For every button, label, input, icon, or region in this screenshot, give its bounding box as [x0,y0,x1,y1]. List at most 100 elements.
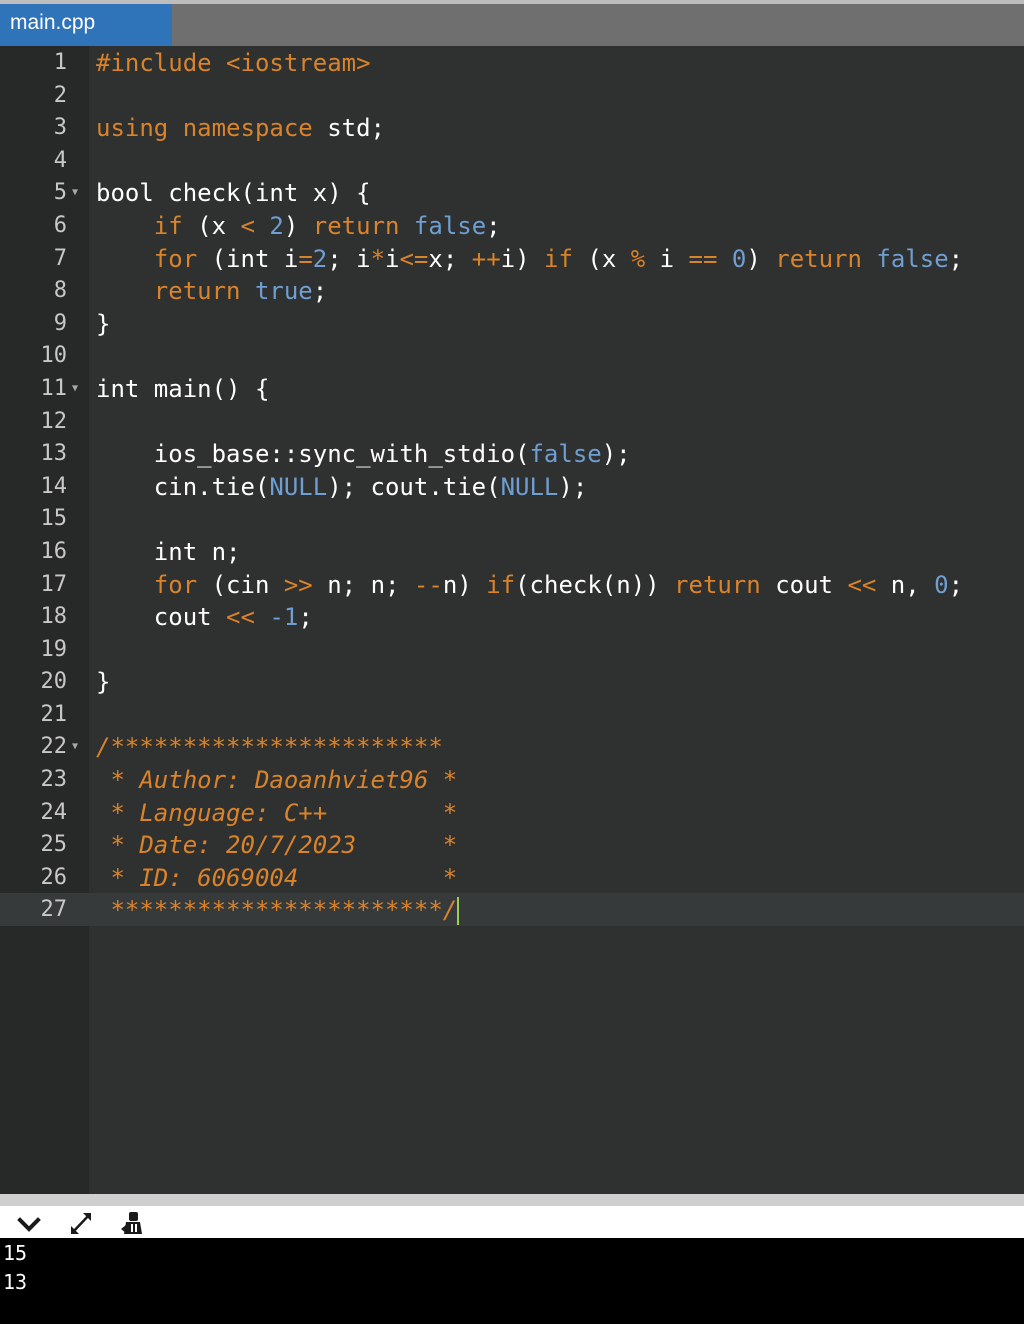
code-editor[interactable]: 1 #include <iostream> 2 3 using namespac… [0,46,1024,1194]
null-literal: NULL [500,472,559,501]
line-number: 8 [53,278,67,304]
code-line: 2 [0,79,1024,112]
console-line: 15 [3,1241,28,1265]
line-number: 17 [40,571,68,597]
line-number: 1 [53,50,67,75]
code-token: cout [760,570,848,599]
number-literal: 2 [312,244,328,273]
expand-arrows-icon[interactable] [66,1209,96,1237]
code-token: i) [500,244,545,273]
code-text: } [96,309,111,338]
comment-text: * Date: 20/7/2023 * [96,831,458,860]
code-line: 1 #include <iostream> [0,46,1024,79]
code-token: ; [298,603,313,632]
line-number: 18 [40,604,68,630]
chevron-down-icon[interactable] [14,1209,44,1237]
code-token: n, [876,570,935,599]
code-line: 20 } [0,665,1024,698]
line-number: 12 [40,408,68,434]
keyword: return [153,277,241,306]
console-output[interactable]: 15 13 [0,1238,1024,1324]
line-number: 23 [40,767,68,793]
tab-main-cpp[interactable]: main.cpp [0,4,172,46]
code-line-active: 27 ***********************/ [0,893,1024,927]
line-number: 6 [53,212,67,238]
bool-literal: false [876,244,949,273]
fold-arrow-icon[interactable]: ▼ [72,730,78,764]
code-token: ); cout.tie( [327,472,501,501]
fold-arrow-icon[interactable]: ▼ [72,372,78,406]
line-number: 16 [40,538,68,564]
clear-console-icon[interactable] [118,1209,148,1237]
code-line: 6 if (x < 2) return false; [0,209,1024,242]
code-token: std; [312,114,385,143]
code-token: ; [312,277,328,306]
keyword: if [486,570,516,599]
number-literal: 2 [269,211,284,240]
include-header: <iostream> [226,49,371,77]
line-number: 15 [40,506,68,532]
code-token: (x [572,244,631,273]
code-text: return true; [96,274,327,308]
code-text: for (int i=2; i*i<=x; ++i) if (x % i == … [96,242,963,276]
keyword: if [153,211,183,240]
bool-literal: true [254,277,313,306]
code-token: ; [948,570,964,599]
code-line: 18 cout << -1; [0,600,1024,633]
console-line: 13 [3,1270,28,1294]
line-number: 11 [40,375,68,401]
line-number: 4 [53,147,67,173]
comment-text: * Author: Daoanhviet96 * [96,766,458,795]
code-token: (x [182,211,241,240]
tab-bar: main.cpp [0,0,1024,46]
code-line: 7 for (int i=2; i*i<=x; ++i) if (x % i =… [0,242,1024,275]
code-token: (int i [197,244,299,273]
code-line: 14 cin.tie(NULL); cout.tie(NULL); [0,470,1024,503]
line-number: 2 [53,82,67,108]
code-token: cin.tie( [153,472,270,501]
line-number: 13 [40,441,68,467]
code-line: 25 * Date: 20/7/2023 * [0,828,1024,861]
line-number: 3 [53,115,67,141]
code-token: ); [558,472,588,501]
operator: = [298,244,313,273]
code-line: 9 } [0,307,1024,340]
code-token: ; [948,244,964,273]
comment-text: * Language: C++ * [96,798,458,827]
code-token: i [645,244,689,273]
code-token: ); [601,440,631,469]
code-line: 24 * Language: C++ * [0,796,1024,829]
keyword: return [312,211,400,240]
code-line: 17 for (cin >> n; n; --n) if(check(n)) r… [0,568,1024,601]
code-line: 5 ▼ bool check(int x) { [0,176,1024,209]
line-number: 21 [40,701,68,727]
keyword: return [775,244,862,273]
code-line: 4 [0,144,1024,177]
text-cursor [457,897,460,926]
line-number: 19 [40,636,68,662]
code-line: 26 * ID: 6069004 * [0,861,1024,894]
keyword: return [674,570,761,599]
code-text: ios_base::sync_with_stdio(false); [96,437,631,471]
keyword: for [153,570,198,599]
code-token: n) [442,570,487,599]
operator: ++ [471,244,501,273]
code-token: ios_base::sync_with_stdio( [153,440,530,469]
line-number: 24 [40,799,68,825]
preprocessor-keyword: #include [96,49,212,77]
code-token: (cin [197,570,284,599]
code-text: bool check(int x) { [96,179,371,208]
code-token: ; [486,211,501,240]
line-number: 14 [40,473,68,499]
operator: == [688,244,718,273]
null-literal: NULL [269,472,328,501]
panel-splitter[interactable] [0,1194,1024,1206]
code-line: 19 [0,633,1024,666]
code-text: } [96,668,111,697]
line-number: 9 [53,310,67,336]
line-number: 7 [53,245,67,271]
fold-arrow-icon[interactable]: ▼ [72,176,78,210]
code-area[interactable]: 1 #include <iostream> 2 3 using namespac… [0,46,1024,927]
operator: % [630,244,646,273]
line-number: 22 [40,734,68,760]
